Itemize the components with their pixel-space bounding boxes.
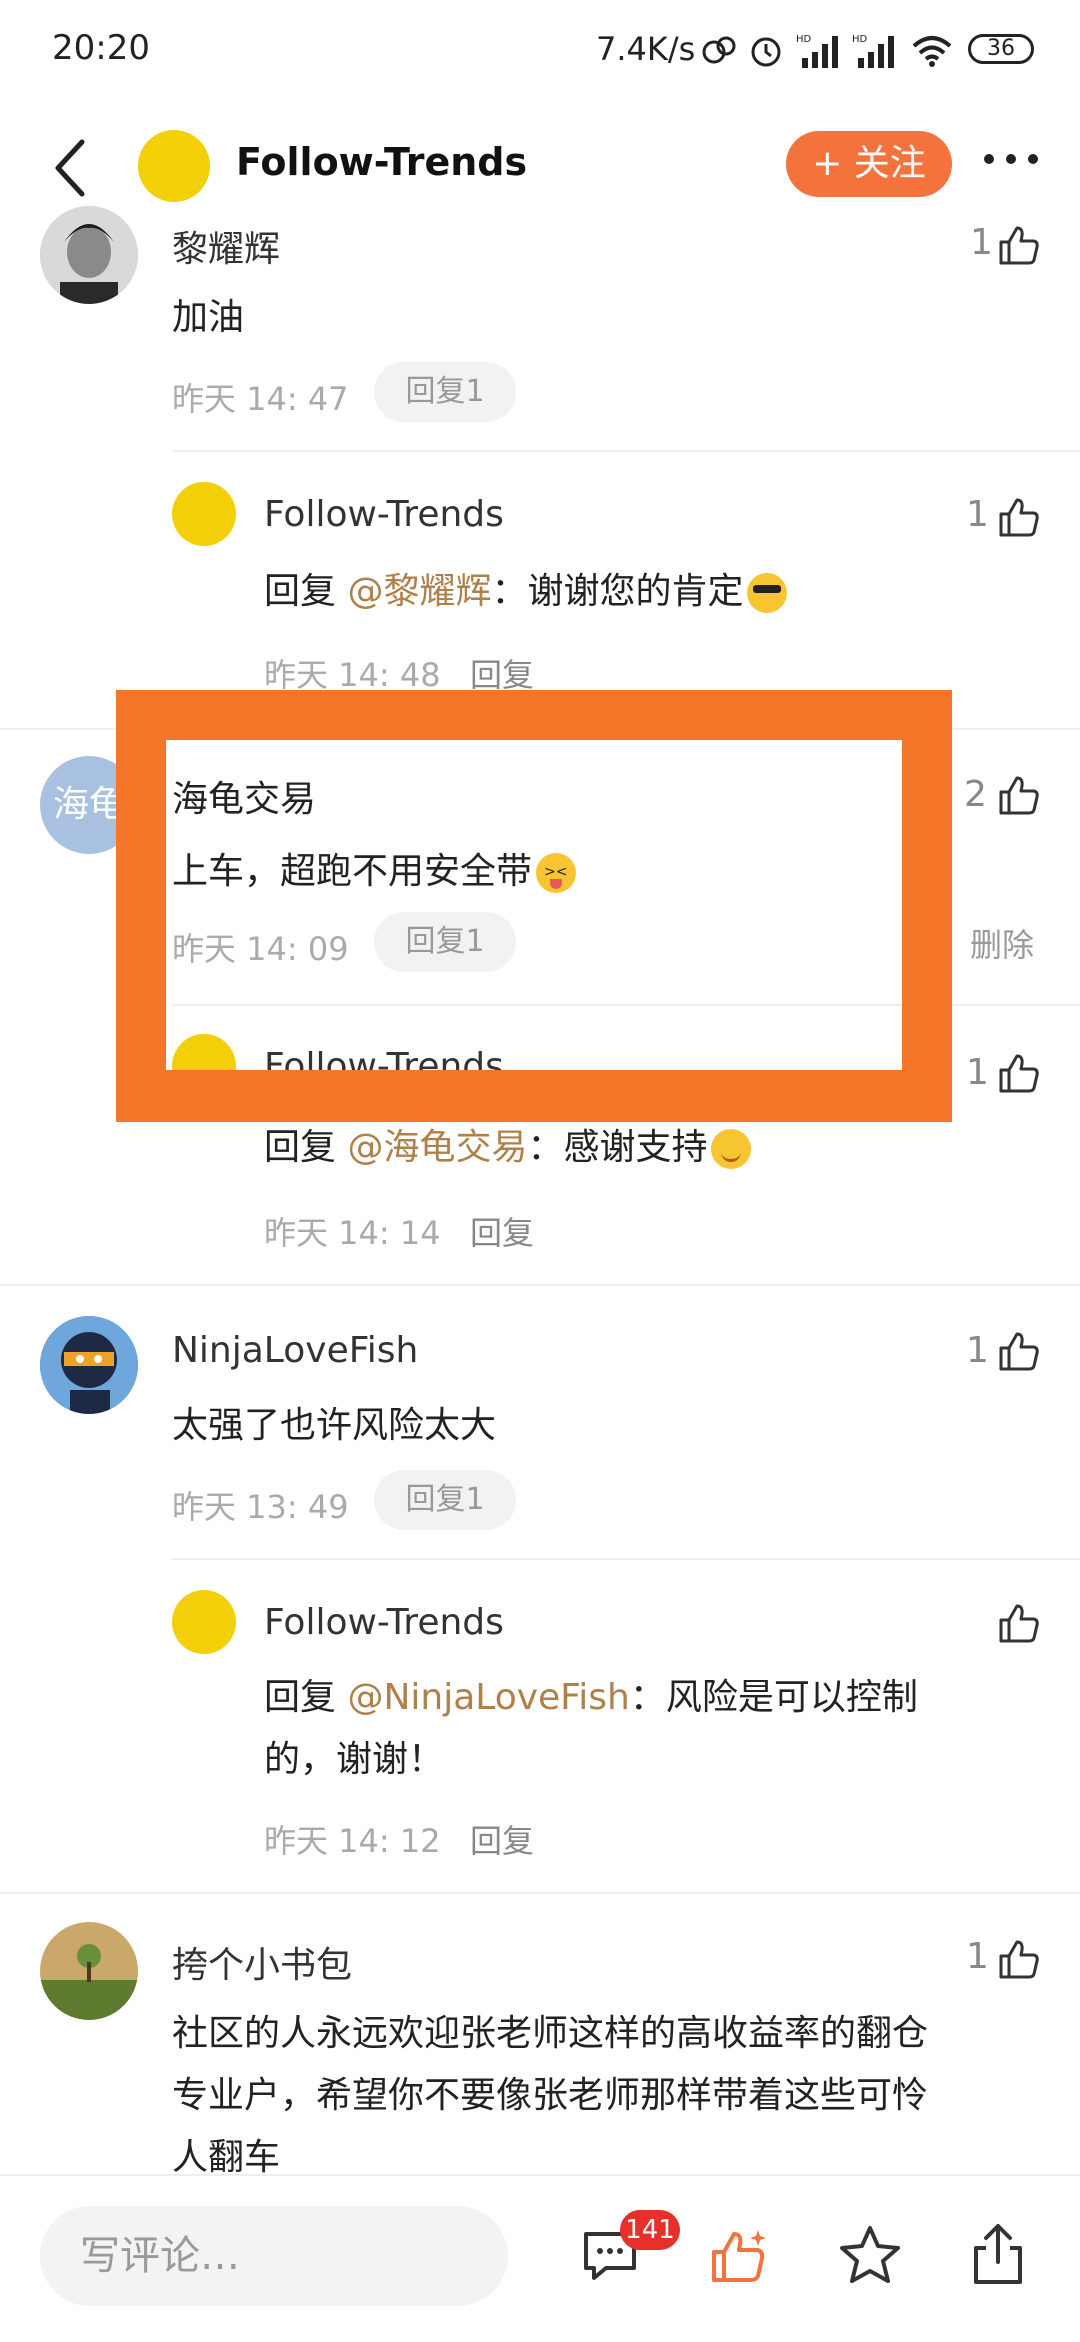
like-count: 1: [970, 222, 993, 263]
follow-button[interactable]: + 关注: [786, 131, 952, 197]
thumbs-up-icon[interactable]: [998, 1938, 1040, 1980]
comment-count-badge: 141: [620, 2210, 680, 2250]
smile-emoji-icon: [711, 1129, 752, 1169]
squint-tongue-emoji-icon: ><: [536, 853, 577, 893]
reply-text-line2: 的，谢谢！: [264, 1739, 445, 1780]
back-arrow-icon[interactable]: [50, 138, 90, 198]
comment-time: 昨天 14: 09: [172, 930, 349, 968]
reply-avatar[interactable]: [172, 1590, 236, 1654]
delete-button[interactable]: 删除: [970, 920, 1034, 966]
favorite-star-icon[interactable]: [838, 2224, 902, 2286]
reply-time: 昨天 14: 14: [264, 1214, 441, 1252]
thumbs-up-icon[interactable]: [998, 774, 1040, 816]
thumbs-up-icon[interactable]: [998, 1330, 1040, 1372]
comment-text: 加油: [172, 297, 245, 338]
like-count: 1: [966, 1052, 989, 1093]
divider: [0, 1892, 1080, 1894]
comment-author[interactable]: NinjaLoveFish: [172, 1330, 418, 1371]
signal-2-icon: HD: [852, 34, 894, 68]
thumbs-up-icon[interactable]: [998, 496, 1040, 538]
svg-text:HD: HD: [796, 34, 812, 45]
comment-body: 上车，超跑不用安全带: [172, 851, 533, 892]
reply-avatar[interactable]: [172, 482, 236, 546]
reply-text: 回复 @黎耀辉：谢谢您的肯定: [264, 562, 788, 622]
alarm-icon: [751, 37, 781, 67]
avatar[interactable]: [40, 1922, 138, 2020]
status-time: 20:20: [52, 28, 150, 68]
svg-text:HD: HD: [852, 34, 868, 45]
comment-text-line1: 社区的人永远欢迎张老师这样的高收益率的翻仓: [172, 2013, 929, 2054]
divider: [0, 1284, 1080, 1286]
divider: [172, 1558, 1080, 1560]
reply-count-button[interactable]: 回复1: [374, 362, 516, 422]
highlighted-comment: 海龟交易 上车，超跑不用安全带 >< 昨天 14: 09 回复1 Follow-T…: [166, 740, 902, 1070]
comment-input[interactable]: 写评论…: [40, 2206, 508, 2306]
ninja-avatar-icon: [40, 1316, 138, 1414]
comment-author[interactable]: 黎耀辉: [172, 220, 280, 272]
sunglasses-emoji-icon: [747, 573, 788, 613]
avatar[interactable]: [40, 1316, 138, 1414]
comment-author[interactable]: 海龟交易: [172, 770, 316, 822]
reply-prefix: 回复: [264, 571, 348, 612]
link-icon: [702, 36, 736, 64]
reply-author-name: Follow-Trends: [264, 1046, 504, 1070]
comment-text: 太强了也许风险太大: [172, 1405, 497, 1446]
more-menu-icon[interactable]: [982, 148, 1042, 168]
reply-author[interactable]: Follow-Trends: [264, 1040, 564, 1070]
like-count: 2: [964, 774, 987, 815]
comment-text: 上车，超跑不用安全带 ><: [172, 842, 577, 902]
thumbs-up-icon[interactable]: [998, 224, 1040, 266]
share-icon[interactable]: [970, 2222, 1026, 2286]
reply-prefix: 回复: [264, 1677, 348, 1718]
like-count: 1: [966, 494, 989, 535]
mention-link[interactable]: @NinjaLoveFish: [347, 1677, 629, 1718]
reply-count-button[interactable]: 回复1: [374, 1470, 516, 1530]
battery-indicator: 36: [968, 34, 1034, 64]
reply-button[interactable]: 回复: [470, 1816, 534, 1862]
reply-time: 昨天 14: 12: [264, 1822, 441, 1860]
comment-text-line2: 专业户，希望你不要像张老师那样带着这些可怜: [172, 2075, 929, 2116]
page-title: Follow-Trends: [236, 140, 528, 184]
avatar[interactable]: [40, 206, 138, 304]
reply-author[interactable]: Follow-Trends: [264, 1602, 504, 1643]
network-speed: 7.4K/s: [596, 30, 696, 68]
status-bar: 20:20 7.4K/s HD HD 36: [0, 0, 1080, 100]
wifi-icon: [912, 36, 952, 67]
reply-author[interactable]: Follow-Trends: [264, 494, 504, 535]
like-count: 1: [966, 1936, 989, 1977]
like-count: 1: [966, 1330, 989, 1371]
user-photo-icon: [40, 206, 138, 304]
reply-body: ：风险是可以控制: [629, 1677, 918, 1718]
reply-text: 回复 @海龟交易：感谢支持: [264, 1118, 752, 1178]
thumbs-up-icon[interactable]: [998, 1052, 1040, 1094]
divider: [172, 450, 1080, 452]
comment-time: 昨天 13: 49: [172, 1488, 349, 1526]
reply-count-button[interactable]: 回复1: [374, 912, 516, 972]
thumbs-up-icon[interactable]: [998, 1602, 1040, 1644]
mention-link[interactable]: @海龟交易: [347, 1127, 527, 1168]
reply-body: ：谢谢您的肯定: [491, 571, 744, 612]
reply-avatar[interactable]: [172, 1034, 236, 1070]
signal-1-icon: HD: [796, 34, 838, 68]
reply-button[interactable]: 回复: [470, 1208, 534, 1254]
comment-time: 昨天 14: 47: [172, 380, 349, 418]
comment-author[interactable]: 挎个小书包: [172, 1936, 352, 1988]
reply-text: 回复 @NinjaLoveFish：风险是可以控制: [264, 1668, 918, 1728]
mention-link[interactable]: @黎耀辉: [347, 571, 491, 612]
divider: [172, 1004, 902, 1006]
landscape-avatar-icon: [40, 1922, 138, 2020]
reply-prefix: 回复: [264, 1127, 348, 1168]
author-avatar[interactable]: [138, 130, 210, 202]
like-post-icon[interactable]: [708, 2226, 768, 2286]
reply-body: ：感谢支持: [527, 1127, 708, 1168]
avatar-text: 海龟: [52, 784, 125, 825]
